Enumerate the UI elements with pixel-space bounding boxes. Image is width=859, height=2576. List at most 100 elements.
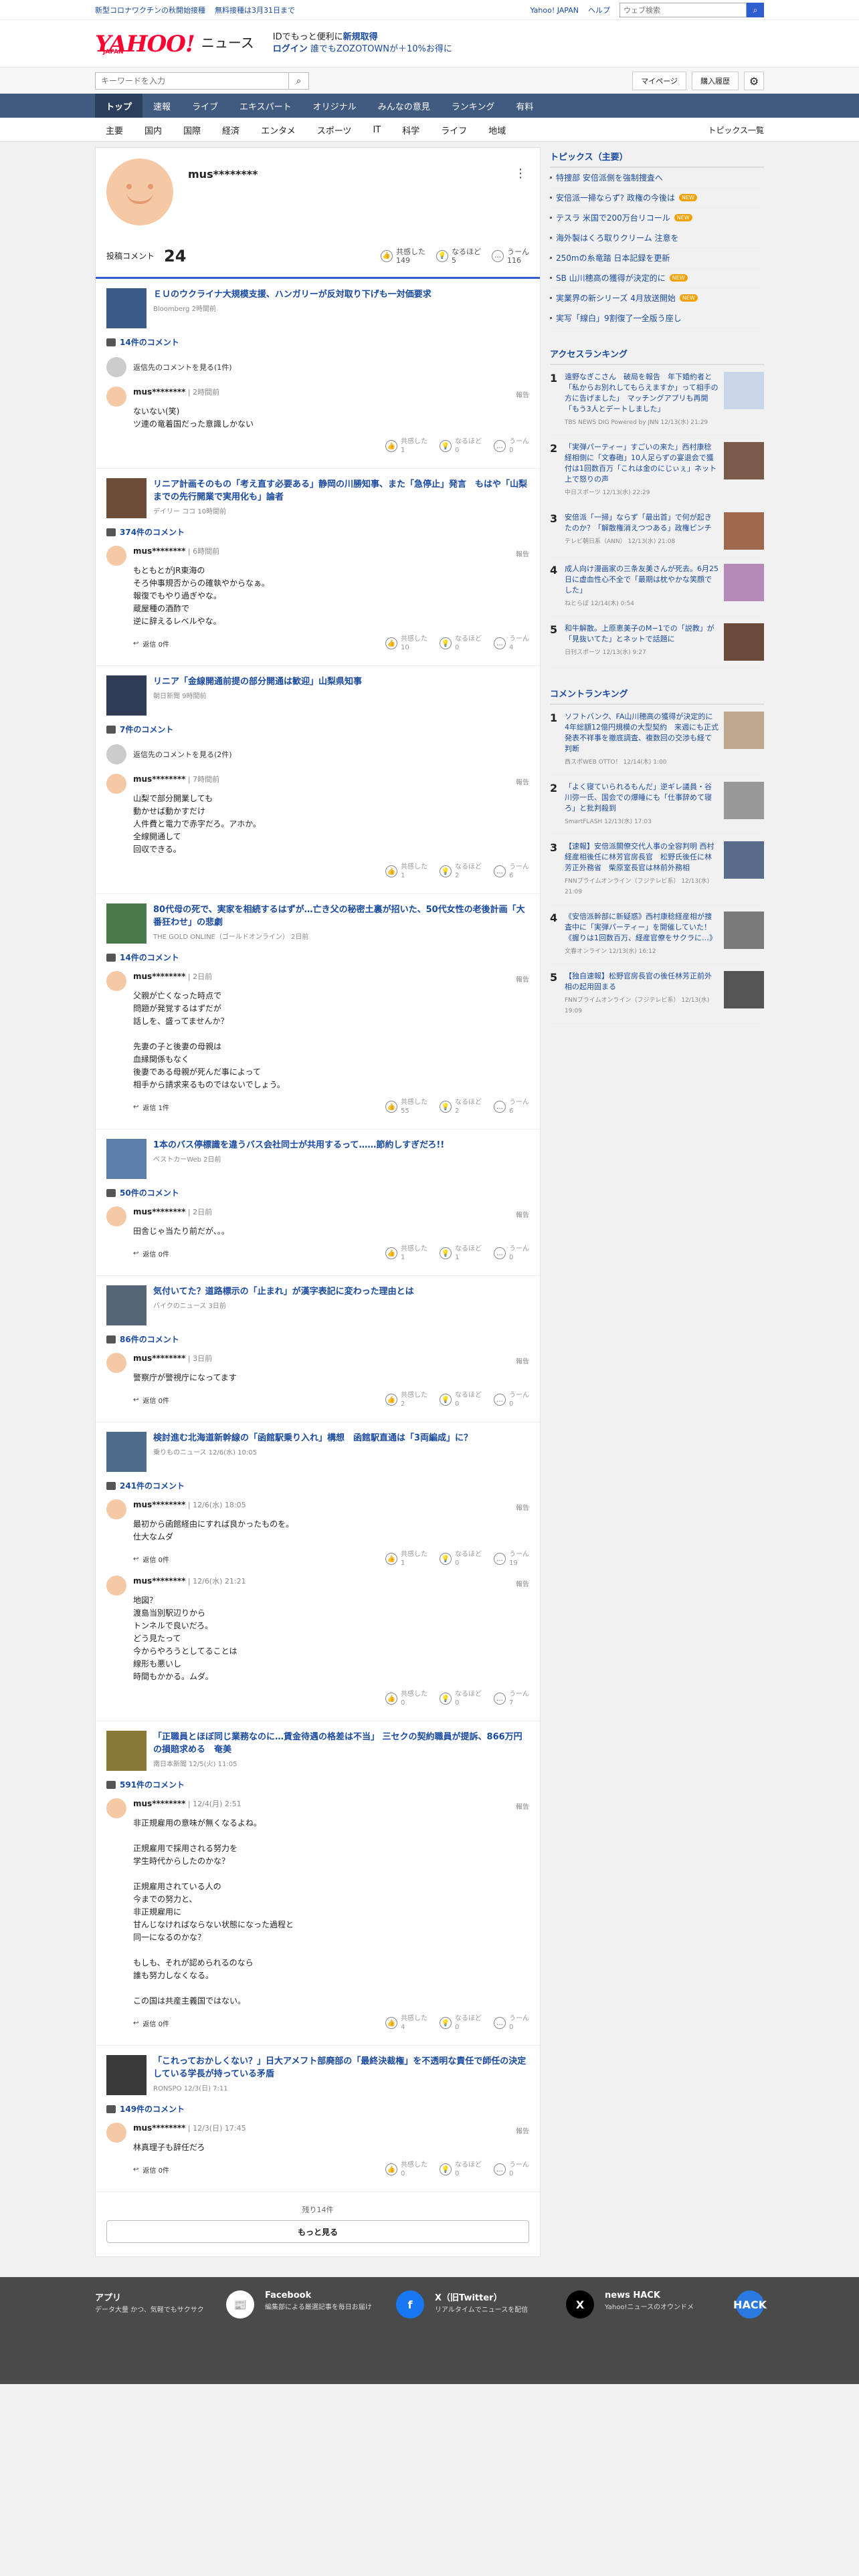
nav-tab-3[interactable]: エキスパート [229,94,302,118]
comment-count-link[interactable]: 14件のコメント [106,336,529,348]
comment-reaction-naruhodo[interactable]: 💡 なるほど 2 [440,1098,482,1115]
article-thumbnail[interactable] [106,1285,147,1325]
comment-reaction-naruhodo[interactable]: 💡 なるほど 1 [440,1245,482,1262]
comment-reaction-likes[interactable]: 👍 共感した 4 [385,2014,427,2032]
nav-tab-6[interactable]: ランキング [441,94,506,118]
ranking-item[interactable]: 4 《安倍派幹部に新疑惑》西村康稔経産相が捜査中に「実弾パーティー」を開催していた… [550,905,764,964]
comment-reaction-hmm[interactable]: … うーん 0 [494,2014,529,2032]
more-options-icon[interactable]: ⋮ [514,167,527,181]
article-title[interactable]: リニア「金線開通前提の部分開通は歓迎」山梨県知事 [153,675,362,688]
article-title[interactable]: 「これっておかしくない？」日大アメフト部廃部の「最終決裁権」を不透明な責任で師任… [153,2055,529,2080]
ranking-item[interactable]: 1 遠野なぎこさん 破局を報告 年下婚約者と 「私からお別れしてもらえますか」って… [550,365,764,435]
news-search-input[interactable] [95,72,289,90]
nav-tab-4[interactable]: オリジナル [302,94,367,118]
view-parent-comment[interactable]: 返信先のコメントを見る(2件) [106,739,529,770]
category-tab-0[interactable]: 主要 [95,124,134,136]
category-tab-8[interactable]: ライフ [430,124,478,136]
reply-button[interactable]: ↩ 返信 0件 [133,1554,169,1564]
article-title[interactable]: ＥＵのウクライナ大規模支援、ハンガリーが反対取り下げも一対価要求 [153,288,432,301]
comment-reaction-hmm[interactable]: … うーん 0 [494,437,529,455]
reply-button[interactable]: ↩ 返信 0件 [133,639,169,649]
comment-reaction-hmm[interactable]: … うーん 6 [494,1098,529,1115]
article-title[interactable]: 80代母の死で、実家を相続するはずが…亡き父の秘密土裏が招いた、50代女性の老後… [153,903,529,929]
topic-item[interactable]: テスラ 米国で200万台リコール NEW [550,208,764,228]
comment-reaction-hmm[interactable]: … うーん 0 [494,1391,529,1408]
reply-button[interactable]: ↩ 返信 0件 [133,2018,169,2028]
ranking-item[interactable]: 3 安倍派「一掃」ならず「最出首」で何が起きたのか？「解散権消えつつある」政権ピン… [550,506,764,557]
zozo-promo-link[interactable]: 誰でもZOZOTOWNが＋10%お得に [310,44,452,54]
category-tab-9[interactable]: 地域 [478,124,516,136]
comment-reaction-hmm[interactable]: … うーん 19 [494,1550,529,1568]
article-title[interactable]: 1本のバス停標識を違うバス会社同士が共用するって……節約しすぎだろ!! [153,1139,444,1152]
ranking-item[interactable]: 2 「実弾パーティー」すごいの来た」西村康稔経相側に「文春砲」10人足らずの宴退会… [550,435,764,506]
yahoo-news-logo[interactable]: YAHOO! JAPAN ニュース [95,32,254,56]
article-thumbnail[interactable] [106,903,147,944]
topic-item[interactable]: 実写「線白」9割復了一全版う座し [550,308,764,328]
comment-reaction-likes[interactable]: 👍 共感した 1 [385,863,427,880]
comment-reaction-likes[interactable]: 👍 共感した 1 [385,1245,427,1262]
nav-tab-1[interactable]: 速報 [142,94,181,118]
category-tab-1[interactable]: 国内 [134,124,173,136]
reply-button[interactable]: ↩ 返信 0件 [133,1395,169,1405]
article-thumbnail[interactable] [106,288,147,328]
ranking-item[interactable]: 4 成人向け漫画家の三条友美さんが死去。6月25日に虚血性心不全で「最期は枕やかな… [550,557,764,617]
top-notice-link[interactable]: 新型コロナワクチンの秋開始接種 [95,6,205,15]
topic-item[interactable]: 250mの糸竜踏 日本記録を更新 [550,248,764,268]
topic-item[interactable]: 海外製はくろ取りクリーム 注意を [550,228,764,248]
article-title[interactable]: 「正職員とほぼ同じ業務なのに…賃金待遇の格差は不当」 三セクの契約職員が提訴、8… [153,1731,529,1756]
yahoo-japan-link[interactable]: Yahoo! JAPAN [530,6,579,15]
comment-reaction-naruhodo[interactable]: 💡 なるほど 0 [440,1550,482,1568]
article-thumbnail[interactable] [106,1731,147,1771]
article-thumbnail[interactable] [106,1432,147,1472]
nav-tab-5[interactable]: みんなの意見 [367,94,441,118]
ranking-item[interactable]: 5 【独自速報】松野官房長官の後任林芳正前外相の起用固まる FNNプライムオンライン… [550,964,764,1024]
comment-reaction-hmm[interactable]: … うーん 0 [494,2161,529,2178]
comment-reaction-naruhodo[interactable]: 💡 なるほど 0 [440,2014,482,2032]
article-title[interactable]: リニア計画そのもの「考え直す必要ある」静岡の川勝知事、また「急停止」発言 もはや… [153,478,529,504]
report-link[interactable]: 報告 [516,1356,529,1366]
article-title[interactable]: 気付いてた？道路標示の「止まれ」が漢字表記に変わった理由とは [153,1285,414,1298]
comment-reaction-hmm[interactable]: … うーん 6 [494,863,529,880]
comment-reaction-naruhodo[interactable]: 💡 なるほど 0 [440,437,482,455]
article-thumbnail[interactable] [106,675,147,716]
comment-count-link[interactable]: 14件のコメント [106,952,529,963]
article-thumbnail[interactable] [106,1139,147,1179]
search-icon[interactable]: ⌕ [289,72,309,90]
report-link[interactable]: 報告 [516,1578,529,1588]
report-link[interactable]: 報告 [516,548,529,558]
reply-button[interactable]: ↩ 返信 0件 [133,2165,169,2175]
topics-list-link[interactable]: トピックス一覧 [708,124,764,136]
ranking-item[interactable]: 3 【速報】安倍派閣僚交代人事の全容判明 西村経産相後任に林芳官房長官 松野氏後任… [550,835,764,905]
comment-count-link[interactable]: 50件のコメント [106,1187,529,1198]
category-tab-7[interactable]: 科学 [391,124,430,136]
topics-header[interactable]: トピックス（主要） [550,147,764,168]
footer-card[interactable]: news HACK Yahoo!ニュースのオウンドメ HACK [605,2290,767,2319]
top-notice-link[interactable]: 無料接種は3月31日まで [215,6,295,15]
comment-count-link[interactable]: 149件のコメント [106,2103,529,2115]
comment-reaction-hmm[interactable]: … うーん 0 [494,1245,529,1262]
comment-reaction-naruhodo[interactable]: 💡 なるほど 0 [440,1690,482,1707]
topic-item[interactable]: 実業界の新シリーズ 4月放送開始 NEW [550,288,764,308]
nav-tab-2[interactable]: ライブ [181,94,229,118]
comment-reaction-hmm[interactable]: … うーん 4 [494,635,529,652]
report-link[interactable]: 報告 [516,776,529,786]
report-link[interactable]: 報告 [516,1209,529,1219]
category-tab-2[interactable]: 国際 [173,124,211,136]
category-tab-3[interactable]: 経済 [211,124,250,136]
comment-reaction-naruhodo[interactable]: 💡 なるほど 0 [440,635,482,652]
report-link[interactable]: 報告 [516,1801,529,1811]
comment-reaction-likes[interactable]: 👍 共感した 0 [385,1690,427,1707]
search-icon[interactable]: ⌕ [747,3,764,17]
report-link[interactable]: 報告 [516,2125,529,2135]
comment-count-link[interactable]: 591件のコメント [106,1779,529,1790]
topic-item[interactable]: 特捜部 安倍派側を強制捜査へ [550,168,764,188]
article-thumbnail[interactable] [106,478,147,518]
comment-count-link[interactable]: 86件のコメント [106,1333,529,1345]
view-parent-comment[interactable]: 返信先のコメントを見る(1件) [106,352,529,383]
comment-count-link[interactable]: 241件のコメント [106,1480,529,1491]
report-link[interactable]: 報告 [516,1502,529,1512]
report-link[interactable]: 報告 [516,974,529,984]
mypage-button[interactable]: マイページ [632,72,686,90]
comment-reaction-naruhodo[interactable]: 💡 なるほど 0 [440,1391,482,1408]
nav-tab-0[interactable]: トップ [95,94,143,118]
